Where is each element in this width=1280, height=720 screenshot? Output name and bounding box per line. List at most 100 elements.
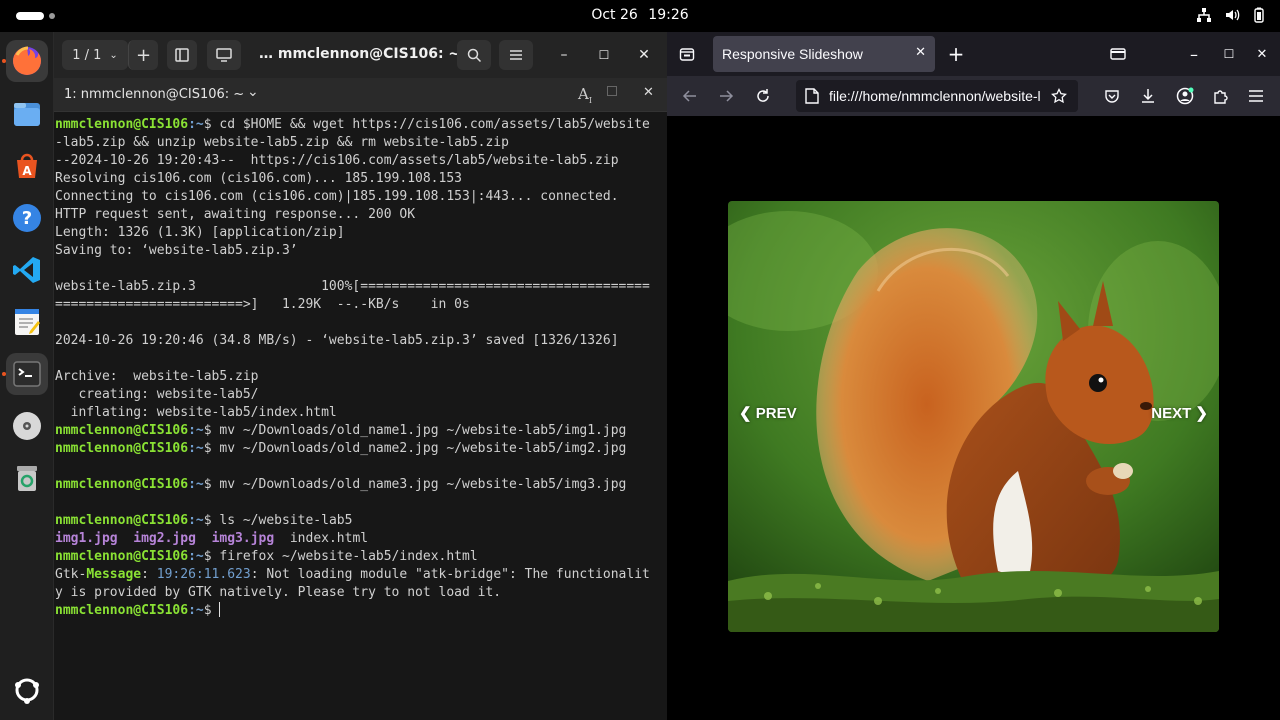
close-button[interactable]: ✕: [1250, 42, 1274, 66]
slideshow-image: ❮ PREV NEXT ❯: [728, 201, 1219, 632]
dock-disc[interactable]: [6, 405, 48, 447]
account-icon: [1176, 87, 1194, 105]
disc-icon: [13, 412, 41, 440]
terminal-line: ========================>] 1.29K --.-KB/…: [55, 297, 470, 312]
dock-show-apps[interactable]: [6, 669, 48, 711]
square-icon[interactable]: [607, 86, 617, 96]
show-apps-icon: [15, 678, 39, 704]
star-icon: [1051, 88, 1067, 104]
list-tabs-icon: [1110, 48, 1126, 60]
download-icon: [1142, 89, 1154, 103]
next-button[interactable]: NEXT ❯: [1151, 404, 1208, 422]
minimize-button[interactable]: –: [1182, 42, 1206, 66]
terminal-title: … mmclennon@CIS106: ~: [259, 46, 461, 62]
squirrel-photo: [728, 201, 1219, 632]
prev-button[interactable]: ❮ PREV: [739, 404, 797, 422]
clock[interactable]: Oct 26 19:26: [0, 7, 1280, 23]
plus-icon: +: [135, 44, 152, 66]
firefox-tabbar: Responsive Slideshow ✕ + – ☐ ✕: [667, 32, 1280, 76]
back-arrow-icon: [682, 90, 696, 102]
terminal-line: Resolving cis106.com (cis106.com)... 185…: [55, 171, 462, 186]
terminal-line: 2024-10-26 19:20:46 (34.8 MB/s) - ‘websi…: [55, 333, 619, 348]
terminal-tab[interactable]: 1: nmmclennon@CIS106: ~ ⌄ AI ✕: [54, 78, 667, 112]
split-button[interactable]: [167, 40, 197, 70]
firefox-icon: [13, 46, 41, 75]
terminal-line: website-lab5.zip.3 100%[================…: [55, 279, 650, 294]
close-button[interactable]: ✕: [632, 43, 656, 67]
font-icon[interactable]: AI: [578, 85, 592, 105]
firefox-view-icon: [679, 48, 695, 61]
firefox-view-button[interactable]: [675, 42, 699, 66]
back-button[interactable]: [678, 84, 702, 108]
terminal-line: nmmclennon@CIS106:~$ ls ~/website-lab5: [55, 513, 353, 528]
top-bar: Oct 26 19:26: [0, 0, 1280, 32]
list-tabs-button[interactable]: [1106, 42, 1130, 66]
terminal-line: nmmclennon@CIS106:~$ firefox ~/website-l…: [55, 549, 478, 564]
trash-icon: [17, 466, 37, 491]
downloads-button[interactable]: [1136, 84, 1160, 108]
maximize-icon: ☐: [598, 48, 610, 62]
hamburger-icon: [1249, 90, 1263, 102]
terminal-line: creating: website-lab5/: [55, 387, 259, 402]
system-tray[interactable]: [1196, 7, 1266, 23]
web-page: ❮ PREV NEXT ❯: [667, 116, 1280, 720]
firefox-window[interactable]: Responsive Slideshow ✕ + – ☐ ✕ file:///h…: [667, 32, 1280, 720]
help-icon: ?: [13, 204, 41, 232]
terminal-blank: [55, 458, 667, 476]
dock: A ?: [0, 32, 54, 720]
browser-tab[interactable]: Responsive Slideshow ✕: [713, 36, 935, 72]
terminal-window[interactable]: 1 / 1 ⌄ + … mmclennon@CIS106: ~ – ☐ ✕ 1:…: [54, 32, 667, 720]
terminal-line: Gtk-Message: 19:26:11.623: Not loading m…: [55, 567, 650, 582]
dock-trash[interactable]: [6, 457, 48, 499]
bookmark-star-button[interactable]: [1040, 80, 1078, 112]
files-icon: [14, 103, 40, 126]
account-button[interactable]: [1173, 84, 1197, 108]
tab-close-icon[interactable]: ✕: [915, 45, 926, 60]
dock-terminal[interactable]: [6, 353, 48, 395]
terminal-line: nmmclennon@CIS106:~$ mv ~/Downloads/old_…: [55, 423, 627, 438]
window-icon: [216, 48, 232, 62]
terminal-headerbar: 1 / 1 ⌄ + … mmclennon@CIS106: ~ – ☐ ✕: [54, 32, 667, 78]
dock-files[interactable]: [6, 93, 48, 135]
dock-help[interactable]: ?: [6, 197, 48, 239]
terminal-output[interactable]: nmmclennon@CIS106:~$ cd $HOME && wget ht…: [55, 116, 667, 620]
app-menu-button[interactable]: [1244, 84, 1268, 108]
battery-icon: [1254, 7, 1264, 23]
dock-firefox[interactable]: [6, 40, 48, 82]
tab-switcher-button[interactable]: 1 / 1 ⌄: [62, 40, 128, 70]
chevron-down-icon[interactable]: ⌄: [247, 84, 259, 100]
volume-icon: [1226, 9, 1240, 21]
terminal-blank: [55, 350, 667, 368]
pocket-button[interactable]: [1100, 84, 1124, 108]
url-bar[interactable]: file:///home/nmmclennon/website-lab5/ind…: [796, 80, 1078, 112]
broadcast-button[interactable]: [207, 40, 241, 70]
extensions-button[interactable]: [1208, 84, 1232, 108]
dock-app-center[interactable]: A: [6, 145, 48, 187]
terminal-line: y is provided by GTK natively. Please tr…: [55, 585, 502, 600]
minimize-button[interactable]: –: [552, 43, 576, 67]
close-icon: ✕: [638, 47, 650, 63]
forward-button[interactable]: [714, 84, 738, 108]
terminal-blank: [55, 260, 667, 278]
new-tab-button[interactable]: +: [128, 40, 158, 70]
terminal-line: -lab5.zip && unzip website-lab5.zip && r…: [55, 135, 509, 150]
terminal-blank: [55, 314, 667, 332]
tab-close-icon[interactable]: ✕: [643, 85, 654, 100]
terminal-line: Connecting to cis106.com (cis106.com)|18…: [55, 189, 619, 204]
app-center-icon: A: [17, 153, 37, 178]
menu-button[interactable]: [499, 40, 533, 70]
terminal-line: --2024-10-26 19:20:43-- https://cis106.c…: [55, 153, 619, 168]
terminal-line: Archive: website-lab5.zip: [55, 369, 259, 384]
clock-time: 19:26: [648, 7, 689, 23]
dock-vscode[interactable]: [6, 249, 48, 291]
dock-text-editor[interactable]: [6, 301, 48, 343]
search-button[interactable]: [457, 40, 491, 70]
new-tab-button[interactable]: +: [944, 42, 968, 66]
reload-button[interactable]: [751, 84, 775, 108]
maximize-button[interactable]: ☐: [1217, 42, 1241, 66]
chevron-down-icon: ⌄: [109, 49, 118, 61]
terminal-line: nmmclennon@CIS106:~$ mv ~/Downloads/old_…: [55, 477, 627, 492]
terminal-tab-label: 1: nmmclennon@CIS106: ~: [64, 87, 245, 102]
maximize-button[interactable]: ☐: [592, 43, 616, 67]
terminal-line: inflating: website-lab5/index.html: [55, 405, 337, 420]
